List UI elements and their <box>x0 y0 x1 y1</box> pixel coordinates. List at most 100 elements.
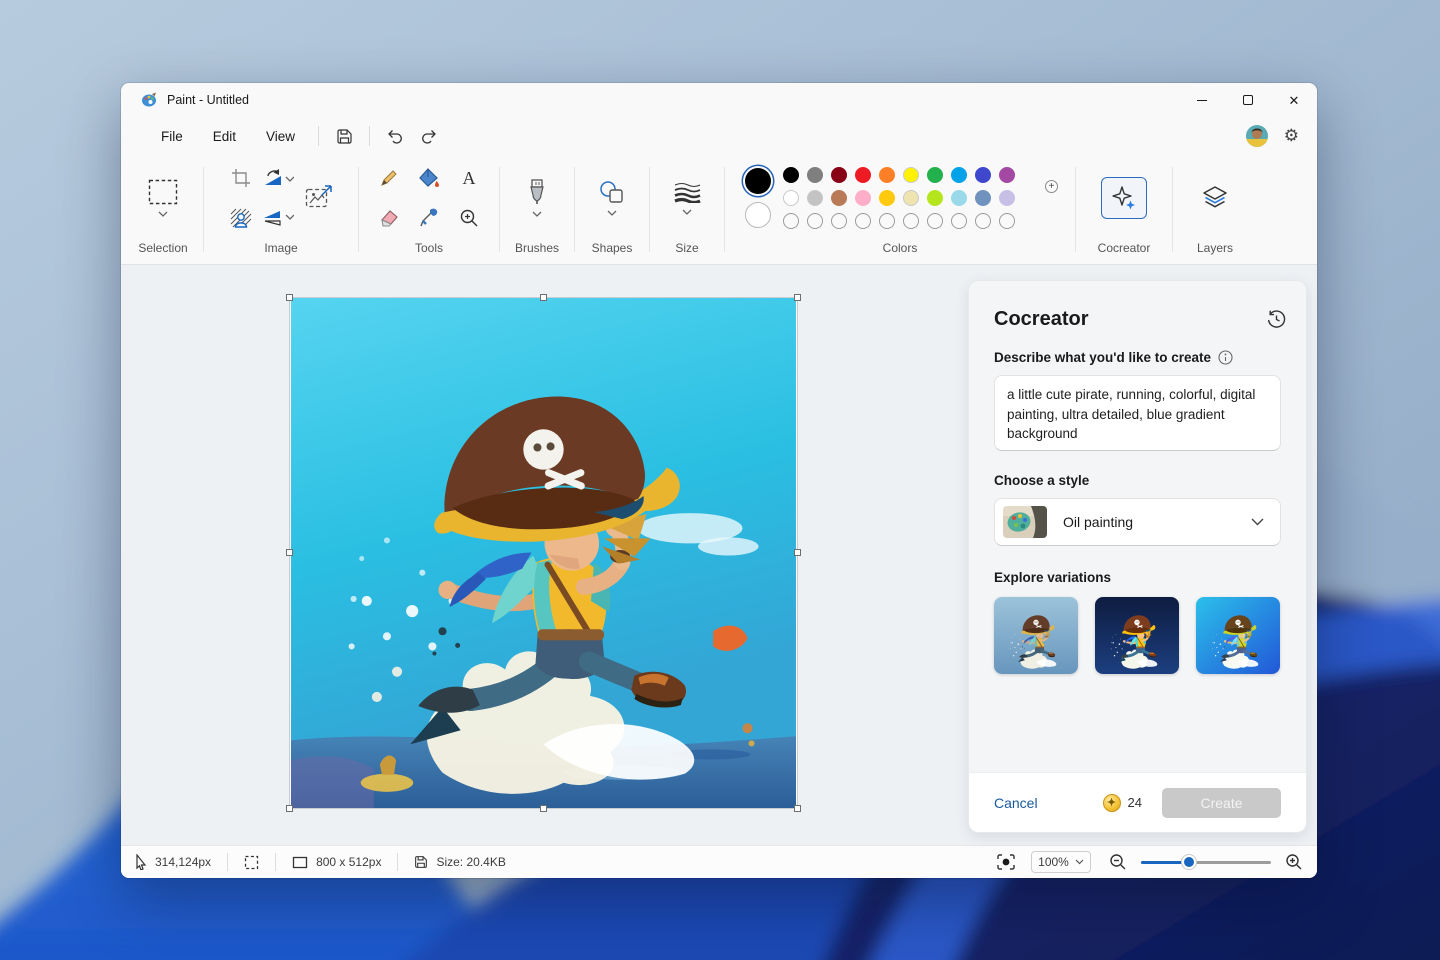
color-swatch[interactable] <box>807 167 823 183</box>
rotate-icon <box>262 168 294 188</box>
color-swatch[interactable] <box>879 167 895 183</box>
color-swatch[interactable] <box>783 190 799 206</box>
pencil-icon <box>379 168 399 188</box>
fill-button[interactable] <box>418 168 440 188</box>
cocreator-group: Cocreator <box>1078 155 1170 264</box>
color-swatch[interactable] <box>999 167 1015 183</box>
fit-to-screen-button[interactable] <box>997 854 1015 870</box>
settings-gear-icon[interactable]: ⚙ <box>1284 126 1299 146</box>
empty-color-slot[interactable] <box>999 213 1015 229</box>
color-swatch[interactable] <box>807 190 823 206</box>
crop-button[interactable] <box>231 168 251 188</box>
chevron-down-icon[interactable] <box>682 209 692 215</box>
prompt-input[interactable]: a little cute pirate, running, colorful,… <box>994 375 1281 451</box>
layers-button[interactable] <box>1202 185 1228 211</box>
pencil-button[interactable] <box>379 168 399 188</box>
statusbar: 314,124px 800 x 512px Size: 20.4KB <box>121 845 1317 878</box>
empty-color-slot[interactable] <box>783 213 799 229</box>
color-swatch[interactable] <box>879 190 895 206</box>
magnifier-button[interactable] <box>459 208 479 228</box>
color-swatch[interactable] <box>975 190 991 206</box>
minimize-icon <box>1197 100 1207 101</box>
divider <box>649 167 650 252</box>
avatar[interactable] <box>1246 125 1268 147</box>
maximize-icon <box>1243 95 1253 105</box>
color-swatch[interactable] <box>927 167 943 183</box>
rotate-button[interactable] <box>262 168 294 188</box>
background-color-swatch[interactable] <box>745 202 771 228</box>
close-button[interactable]: ✕ <box>1271 83 1317 117</box>
selection-rect-icon[interactable] <box>148 179 178 205</box>
create-button[interactable]: Create <box>1162 788 1281 818</box>
chevron-down-icon[interactable] <box>607 210 617 216</box>
cocreator-button[interactable] <box>1101 177 1147 219</box>
zoom-slider[interactable] <box>1141 855 1271 869</box>
selection-handle[interactable] <box>794 805 801 812</box>
undo-button[interactable] <box>378 122 412 150</box>
shapes-icon[interactable] <box>599 180 625 204</box>
color-swatch[interactable] <box>855 190 871 206</box>
style-thumbnail <box>1003 506 1047 538</box>
empty-color-slot[interactable] <box>975 213 991 229</box>
shapes-group-label: Shapes <box>592 241 633 255</box>
menu-view[interactable]: View <box>251 124 310 149</box>
selection-handle[interactable] <box>794 294 801 301</box>
empty-color-slot[interactable] <box>855 213 871 229</box>
eraser-button[interactable] <box>379 208 399 228</box>
cancel-button[interactable]: Cancel <box>994 795 1038 811</box>
zoom-in-button[interactable] <box>1285 853 1303 871</box>
line-size-icon[interactable] <box>673 181 701 203</box>
brush-icon[interactable] <box>528 179 546 205</box>
empty-color-slot[interactable] <box>879 213 895 229</box>
selection-handle[interactable] <box>794 549 801 556</box>
maximize-button[interactable] <box>1225 83 1271 117</box>
cocreator-group-label: Cocreator <box>1098 241 1151 255</box>
selection-handle[interactable] <box>286 294 293 301</box>
selection-handle[interactable] <box>286 549 293 556</box>
color-swatch[interactable] <box>831 167 847 183</box>
selection-handle[interactable] <box>540 805 547 812</box>
remove-background-button[interactable] <box>230 208 252 228</box>
resize-button[interactable] <box>305 185 333 211</box>
empty-color-slot[interactable] <box>927 213 943 229</box>
color-swatch[interactable] <box>951 167 967 183</box>
color-swatch[interactable] <box>903 167 919 183</box>
color-swatch[interactable] <box>975 167 991 183</box>
chevron-down-icon[interactable] <box>158 211 168 217</box>
flip-button[interactable] <box>262 208 294 228</box>
foreground-color-swatch[interactable] <box>745 168 771 194</box>
color-swatch[interactable] <box>855 167 871 183</box>
menu-file[interactable]: File <box>146 124 198 149</box>
zoom-level-select[interactable]: 100% <box>1031 851 1091 873</box>
eyedropper-button[interactable] <box>419 208 439 228</box>
menu-edit[interactable]: Edit <box>198 124 251 149</box>
cocreator-panel: Cocreator Describe what you'd like to cr… <box>968 280 1307 833</box>
chevron-down-icon[interactable] <box>532 211 542 217</box>
info-icon[interactable] <box>1218 350 1233 365</box>
color-swatch[interactable] <box>903 190 919 206</box>
redo-button[interactable] <box>412 122 446 150</box>
selection-handle[interactable] <box>540 294 547 301</box>
style-dropdown[interactable]: Oil painting <box>994 498 1281 546</box>
minimize-button[interactable] <box>1179 83 1225 117</box>
color-swatch[interactable] <box>783 167 799 183</box>
color-swatch[interactable] <box>951 190 967 206</box>
empty-color-slot[interactable] <box>903 213 919 229</box>
selection-handle[interactable] <box>286 805 293 812</box>
history-button[interactable] <box>1266 309 1286 334</box>
variation-thumbnail-2[interactable] <box>1095 597 1179 674</box>
canvas[interactable] <box>290 298 797 808</box>
variation-thumbnail-1[interactable] <box>994 597 1078 674</box>
color-swatch[interactable] <box>831 190 847 206</box>
zoom-slider-thumb[interactable] <box>1182 855 1196 869</box>
text-button[interactable]: A <box>460 168 478 188</box>
zoom-out-button[interactable] <box>1109 853 1127 871</box>
empty-color-slot[interactable] <box>807 213 823 229</box>
variation-thumbnail-3[interactable] <box>1196 597 1280 674</box>
empty-color-slot[interactable] <box>831 213 847 229</box>
save-button[interactable] <box>327 122 361 150</box>
color-swatch[interactable] <box>999 190 1015 206</box>
empty-color-slot[interactable] <box>951 213 967 229</box>
color-swatch[interactable] <box>927 190 943 206</box>
desktop: Paint - Untitled ✕ File Edit View <box>0 0 1440 960</box>
